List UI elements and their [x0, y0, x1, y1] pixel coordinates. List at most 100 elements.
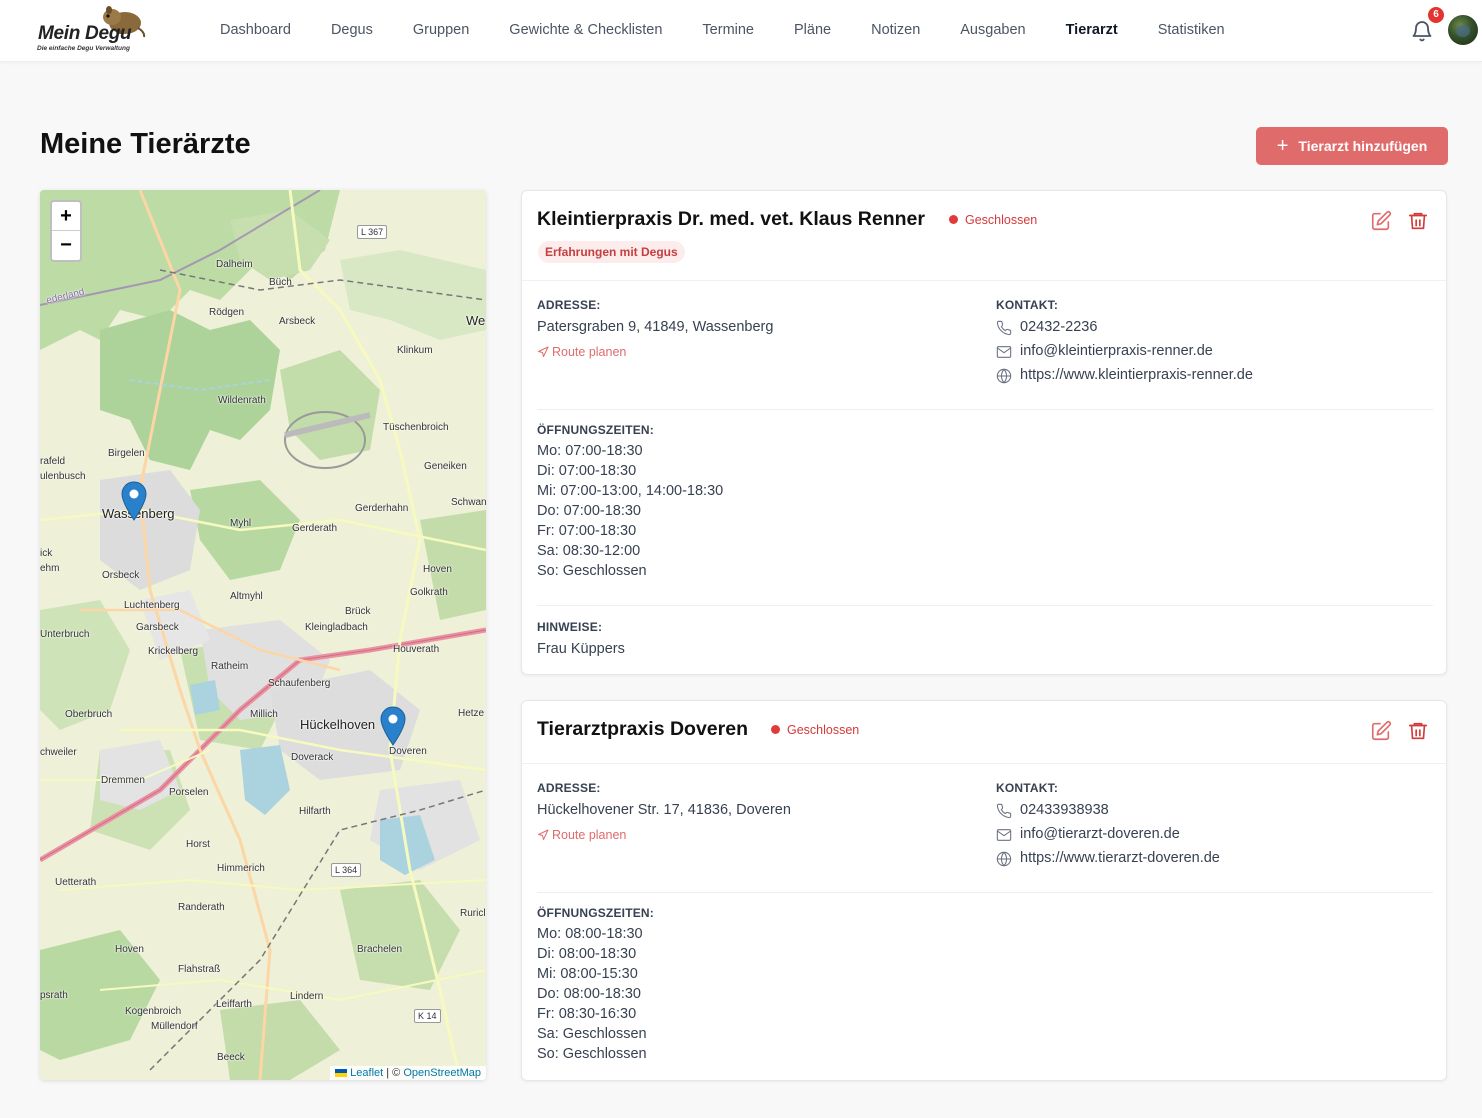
logo-subtitle: Die einfache Degu Verwaltung — [37, 45, 130, 52]
map-label: chweiler — [40, 747, 77, 758]
notes-value: Frau Küppers — [537, 641, 625, 657]
globe-icon — [996, 851, 1012, 867]
map-label: Büch — [269, 277, 292, 288]
nav-item-gewichte[interactable]: Gewichte & Checklisten — [509, 22, 662, 38]
status-badge: Geschlossen — [771, 723, 859, 737]
nav-item-tierarzt[interactable]: Tierarzt — [1066, 22, 1118, 38]
nav-item-dashboard[interactable]: Dashboard — [220, 22, 291, 38]
divider — [537, 605, 1433, 606]
nav-item-ausgaben[interactable]: Ausgaben — [960, 22, 1025, 38]
nav-item-termine[interactable]: Termine — [702, 22, 754, 38]
route-link[interactable]: Route planen — [537, 345, 626, 359]
vet-map[interactable]: Dalheim Büch Rödgen Arsbeck Klinkum Wild… — [40, 190, 486, 1080]
map-attribution: Leaflet | © OpenStreetMap — [330, 1066, 486, 1080]
bell-icon[interactable] — [1410, 19, 1434, 43]
phone-value: 02433938938 — [1020, 802, 1109, 818]
osm-link[interactable]: OpenStreetMap — [403, 1067, 481, 1079]
map-marker-doveren[interactable] — [380, 706, 406, 746]
add-vet-button-label: Tierarzt hinzufügen — [1298, 138, 1428, 154]
address-label: ADRESSE: — [537, 781, 601, 795]
nav-item-gruppen[interactable]: Gruppen — [413, 22, 469, 38]
map-label: Dalheim — [216, 259, 253, 270]
map-label: psrath — [40, 990, 68, 1001]
globe-icon — [996, 368, 1012, 384]
plus-icon: + — [1276, 135, 1289, 157]
map-label: Doverack — [291, 752, 334, 763]
phone-row[interactable]: 02433938938 — [996, 802, 1296, 822]
notification-badge: 6 — [1428, 7, 1444, 23]
map-label: Orsbeck — [102, 570, 140, 581]
map-label: Brachelen — [357, 944, 403, 955]
nav-item-degus[interactable]: Degus — [331, 22, 373, 38]
email-value: info@kleintierpraxis-renner.de — [1020, 343, 1213, 359]
map-label: Gerderhahn — [355, 503, 409, 514]
top-navbar: Mein Degu Die einfache Degu Verwaltung D… — [0, 0, 1482, 62]
map-label: ulenbusch — [40, 471, 86, 482]
email-row[interactable]: info@kleintierpraxis-renner.de — [996, 343, 1396, 363]
website-row[interactable]: https://www.tierarzt-doveren.de — [996, 850, 1416, 870]
map-label: Flahstraß — [178, 964, 221, 975]
vet-name: Kleintierpraxis Dr. med. vet. Klaus Renn… — [537, 208, 925, 230]
website-row[interactable]: https://www.kleintierpraxis-renner.de — [996, 367, 1416, 387]
map-label: rafeld — [40, 456, 66, 467]
map-label: Ratheim — [211, 661, 249, 672]
road-label: K 14 — [414, 1009, 441, 1023]
status-label: Geschlossen — [965, 213, 1038, 227]
status-label: Geschlossen — [787, 723, 860, 737]
edit-icon[interactable] — [1370, 720, 1392, 742]
route-label: Route planen — [552, 345, 627, 359]
map-label: Luchtenberg — [124, 600, 180, 611]
hours-row: So: Geschlossen — [537, 1046, 647, 1062]
opening-hours-list: Mo: 08:00-18:30 Di: 08:00-18:30 Mi: 08:0… — [537, 924, 647, 1064]
nav-item-plaene[interactable]: Pläne — [794, 22, 831, 38]
logo-title: Mein Degu — [38, 23, 132, 44]
map-label: Hoven — [423, 564, 452, 575]
map-label-hueckelhoven: Hückelhoven — [300, 717, 376, 732]
app-logo[interactable]: Mein Degu Die einfache Degu Verwaltung — [36, 4, 148, 56]
zoom-in-button[interactable]: + — [52, 202, 80, 231]
mail-icon — [996, 829, 1012, 841]
hours-row: Mi: 08:00-15:30 — [537, 966, 638, 982]
map-label: Schwan — [451, 497, 486, 508]
map-label: We — [466, 313, 486, 328]
mail-icon — [996, 346, 1012, 358]
divider — [537, 892, 1433, 893]
hours-row: Do: 07:00-18:30 — [537, 503, 641, 519]
phone-row[interactable]: 02432-2236 — [996, 319, 1296, 339]
edit-icon[interactable] — [1370, 210, 1392, 232]
zoom-out-button[interactable]: − — [52, 231, 80, 260]
map-label: ick — [40, 548, 53, 559]
vet-card: Tierarztpraxis Doveren Geschlossen ADRES… — [521, 700, 1447, 1081]
route-link[interactable]: Route planen — [537, 828, 626, 842]
map-label: ehm — [40, 563, 60, 574]
map-label: Lindern — [290, 991, 324, 1002]
map-tiles — [40, 190, 486, 1080]
delete-icon[interactable] — [1407, 720, 1429, 742]
map-label: Uetterath — [55, 877, 97, 888]
hours-row: Mo: 07:00-18:30 — [537, 443, 643, 459]
page-title: Meine Tierärzte — [40, 128, 251, 160]
address-label: ADRESSE: — [537, 298, 601, 312]
vet-card: Kleintierpraxis Dr. med. vet. Klaus Renn… — [521, 190, 1447, 675]
hours-row: Sa: Geschlossen — [537, 1026, 647, 1042]
vet-card-header: Tierarztpraxis Doveren Geschlossen — [522, 701, 1446, 764]
map-label: Golkrath — [410, 587, 448, 598]
nav-item-statistiken[interactable]: Statistiken — [1158, 22, 1225, 38]
email-row[interactable]: info@tierarzt-doveren.de — [996, 826, 1396, 846]
map-label: Brück — [345, 606, 371, 617]
map-label: Himmerich — [217, 863, 265, 874]
map-marker-renner[interactable] — [121, 481, 147, 521]
map-label: Houverath — [393, 644, 440, 655]
road-label: L 367 — [357, 225, 388, 239]
nav-item-notizen[interactable]: Notizen — [871, 22, 920, 38]
map-label: Krickelberg — [148, 646, 199, 657]
vet-card-header: Kleintierpraxis Dr. med. vet. Klaus Renn… — [522, 191, 1446, 281]
map-label: Birgelen — [108, 448, 145, 459]
map-label: Arsbeck — [279, 316, 316, 327]
leaflet-link[interactable]: Leaflet — [350, 1067, 383, 1079]
user-avatar[interactable] — [1448, 15, 1478, 45]
address-value: Patersgraben 9, 41849, Wassenberg — [537, 319, 774, 335]
delete-icon[interactable] — [1407, 210, 1429, 232]
add-vet-button[interactable]: + Tierarzt hinzufügen — [1256, 127, 1448, 165]
map-label: Rödgen — [209, 307, 245, 318]
